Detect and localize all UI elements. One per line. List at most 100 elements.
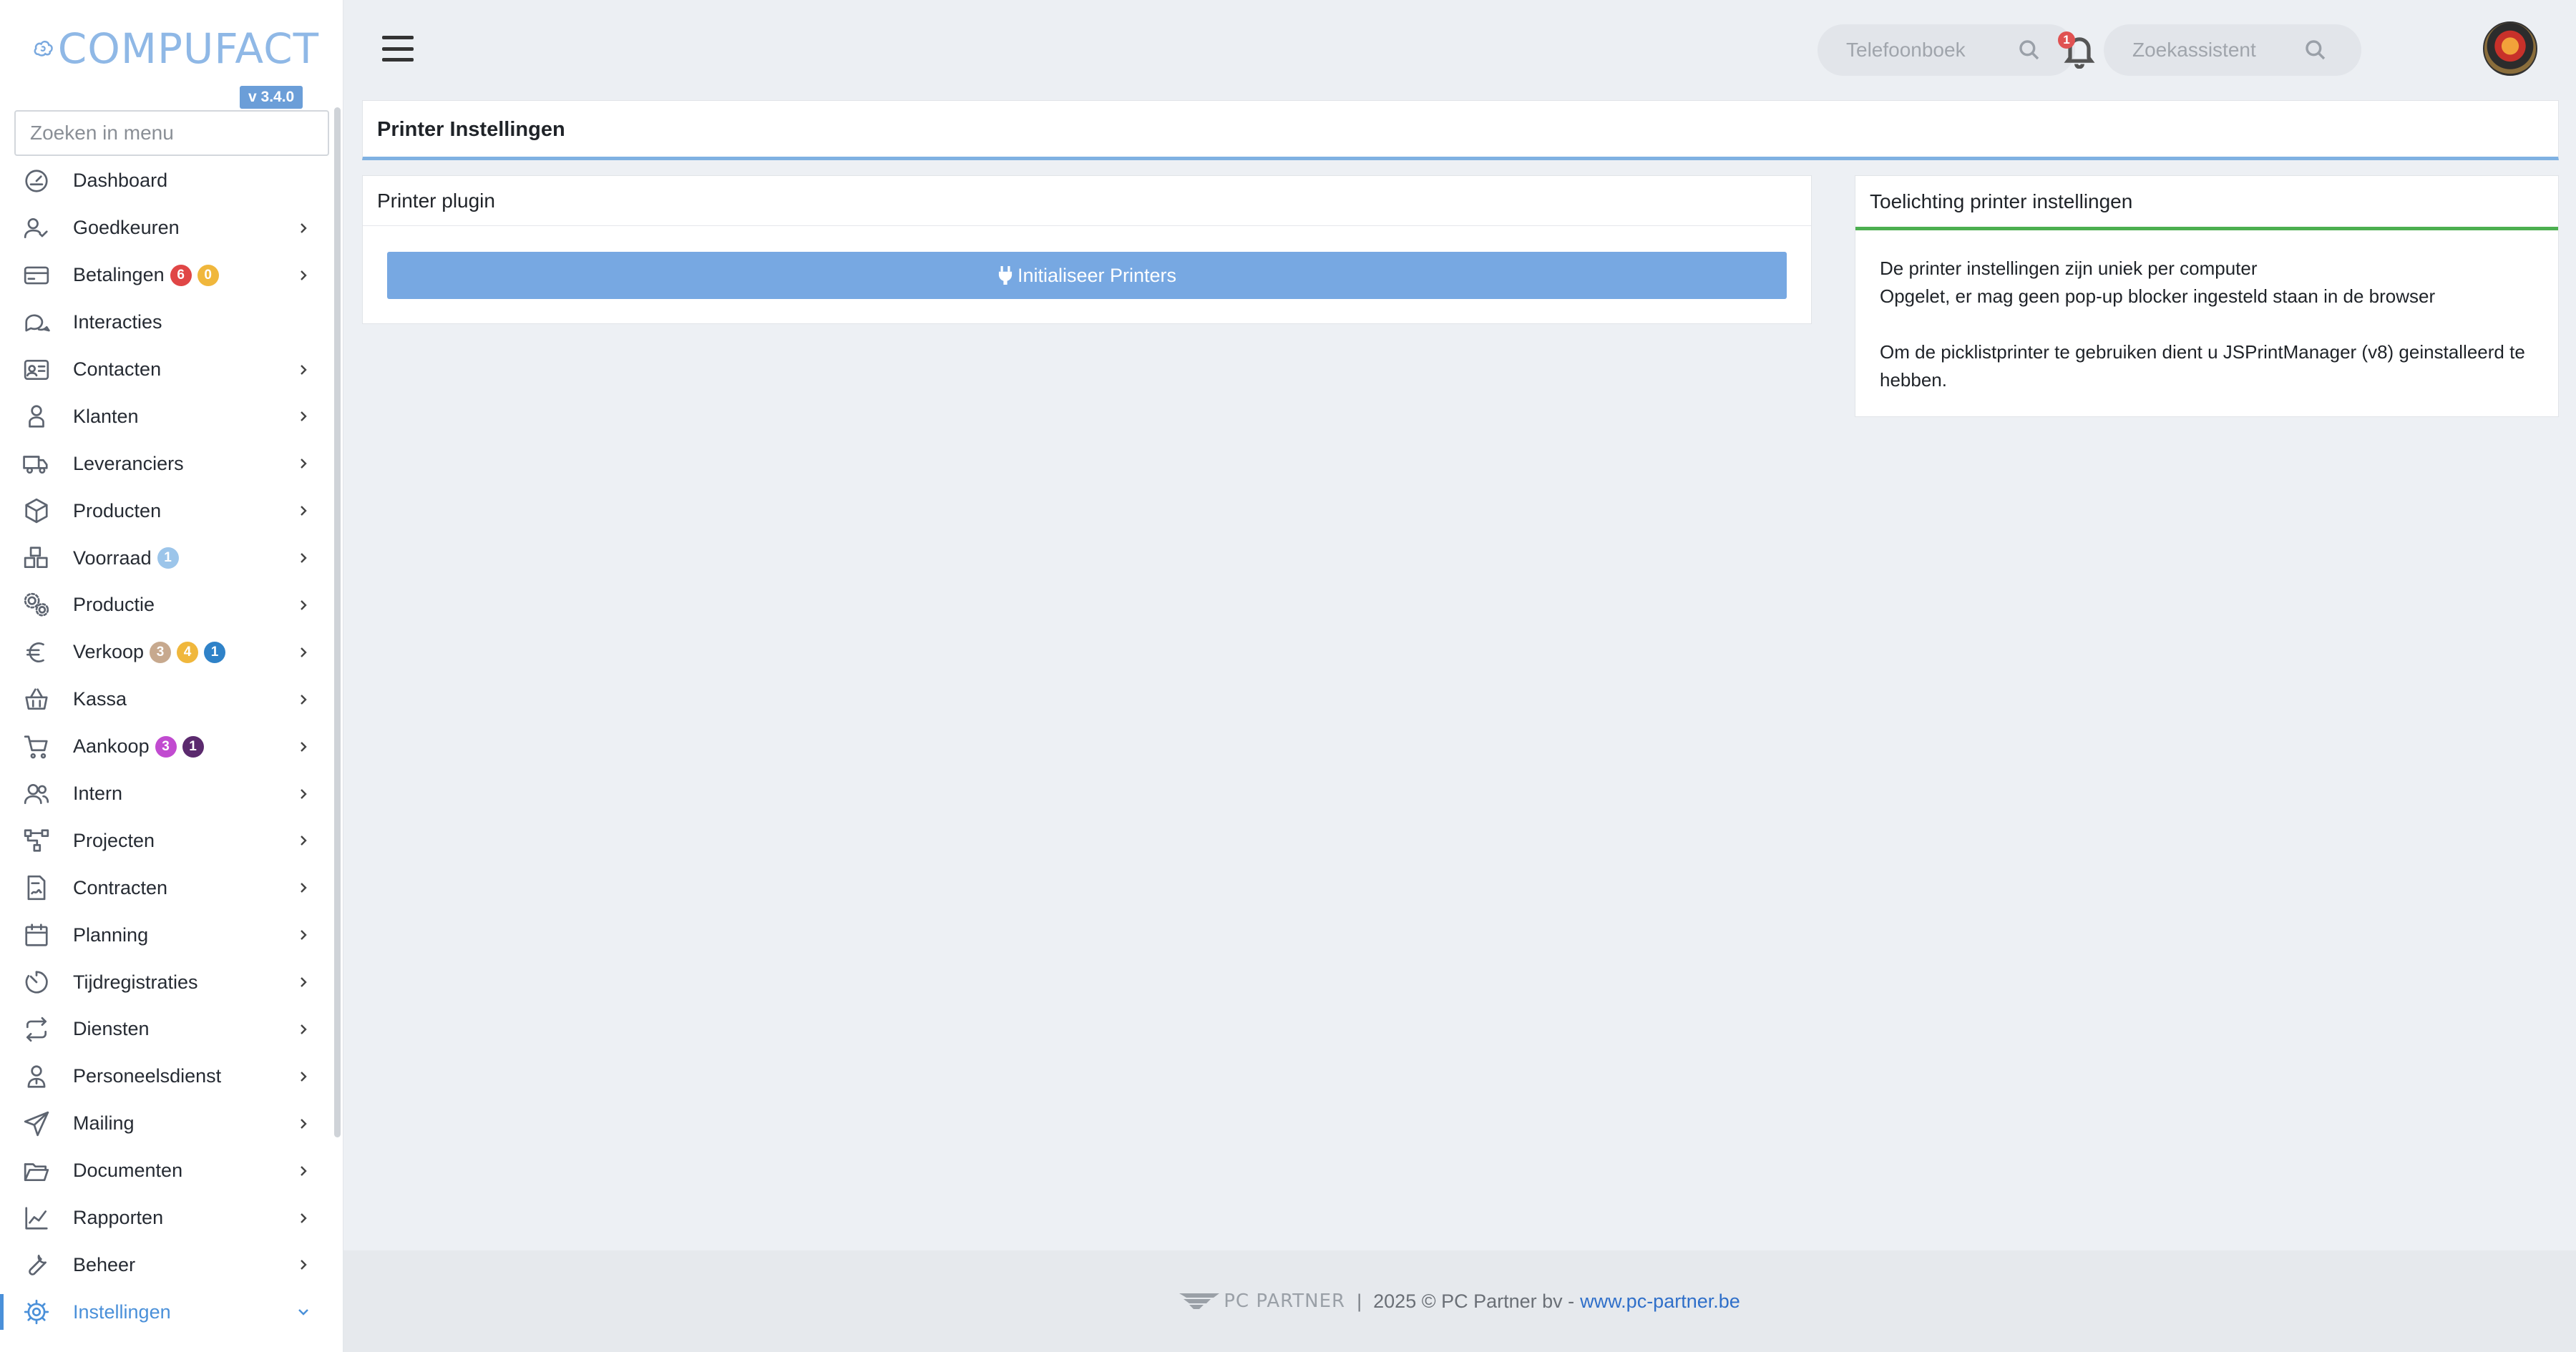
sidebar-item-voorraad[interactable]: Voorraad 1 bbox=[0, 534, 336, 582]
page-header: Printer Instellingen bbox=[362, 100, 2559, 160]
line-chart-icon bbox=[21, 1203, 52, 1233]
plug-icon bbox=[998, 266, 1013, 285]
chevron-right-icon[interactable] bbox=[295, 738, 312, 755]
sidebar: COMPUFACT v 3.4.0 Dashboard Goedkeuren Bet… bbox=[0, 0, 343, 1352]
pc-partner-logo: PC PARTNER bbox=[1179, 1290, 1345, 1312]
employee-icon bbox=[21, 1062, 52, 1092]
initialize-printers-button[interactable]: Initialiseer Printers bbox=[387, 252, 1787, 299]
chevron-right-icon[interactable] bbox=[295, 832, 312, 849]
count-badge: 3 bbox=[150, 641, 172, 663]
sidebar-menu: Dashboard Goedkeuren Betalingen 6 0 Interacti… bbox=[0, 157, 336, 1336]
chevron-right-icon[interactable] bbox=[295, 785, 312, 803]
repeat-arrows-icon bbox=[21, 1014, 52, 1044]
sidebar-item-aankoop[interactable]: Aankoop 3 1 bbox=[0, 723, 336, 770]
sidebar-item-diensten[interactable]: Diensten bbox=[0, 1006, 336, 1053]
chevron-right-icon[interactable] bbox=[295, 926, 312, 944]
chevron-right-icon[interactable] bbox=[295, 691, 312, 708]
chevron-right-icon[interactable] bbox=[295, 644, 312, 661]
sidebar-item-label: Voorraad bbox=[73, 547, 152, 569]
menu-search-input[interactable] bbox=[14, 110, 329, 156]
sidebar-item-contacten[interactable]: Contacten bbox=[0, 346, 336, 393]
sidebar-item-intern[interactable]: Intern bbox=[0, 770, 336, 818]
chat-bubbles-icon bbox=[21, 308, 52, 338]
credit-card-icon bbox=[21, 260, 52, 290]
truck-icon bbox=[21, 449, 52, 479]
phonebook-search-input[interactable] bbox=[1846, 39, 2018, 62]
sidebar-item-projecten[interactable]: Projecten bbox=[0, 817, 336, 864]
chevron-right-icon[interactable] bbox=[295, 1210, 312, 1227]
chevron-right-icon[interactable] bbox=[295, 502, 312, 519]
count-badge: 3 bbox=[155, 735, 177, 758]
sidebar-item-dashboard[interactable]: Dashboard bbox=[0, 157, 336, 205]
printer-plugin-card: Printer plugin Initialiseer Printers bbox=[362, 175, 1812, 324]
chevron-right-icon[interactable] bbox=[295, 974, 312, 991]
assistant-search[interactable] bbox=[2104, 24, 2361, 76]
info-line: De printer instellingen zijn uniek per c… bbox=[1880, 258, 2258, 279]
sidebar-item-verkoop[interactable]: Verkoop 3 4 1 bbox=[0, 629, 336, 676]
footer-website-link[interactable]: www.pc-partner.be bbox=[1580, 1290, 1740, 1313]
chevron-right-icon[interactable] bbox=[295, 1115, 312, 1132]
sidebar-item-producten[interactable]: Producten bbox=[0, 487, 336, 534]
pc-partner-wing-icon bbox=[1179, 1293, 1220, 1309]
sidebar-item-personeelsdienst[interactable]: Personeelsdienst bbox=[0, 1053, 336, 1100]
chevron-right-icon[interactable] bbox=[295, 1068, 312, 1085]
search-icon[interactable] bbox=[2304, 39, 2327, 62]
gears-icon bbox=[21, 590, 52, 620]
sidebar-item-leveranciers[interactable]: Leveranciers bbox=[0, 440, 336, 487]
chevron-right-icon[interactable] bbox=[295, 361, 312, 378]
printer-plugin-title: Printer plugin bbox=[363, 176, 1811, 226]
sidebar-scrollbar[interactable] bbox=[334, 107, 341, 1137]
hamburger-menu-icon[interactable] bbox=[382, 33, 414, 64]
user-avatar[interactable] bbox=[2483, 21, 2537, 76]
dashboard-gauge-icon bbox=[21, 166, 52, 196]
sidebar-item-label: Productie bbox=[73, 594, 155, 616]
chevron-down-icon[interactable] bbox=[295, 1303, 312, 1321]
chevron-right-icon[interactable] bbox=[295, 1256, 312, 1273]
chevron-right-icon[interactable] bbox=[295, 267, 312, 284]
logo-text: COMPUFACT bbox=[57, 24, 319, 73]
sidebar-item-kassa[interactable]: Kassa bbox=[0, 676, 336, 723]
wrench-icon bbox=[21, 1250, 52, 1280]
chevron-right-icon[interactable] bbox=[295, 879, 312, 896]
sidebar-item-label: Beheer bbox=[73, 1253, 136, 1275]
sidebar-item-instellingen[interactable]: Instellingen bbox=[0, 1288, 336, 1336]
chevron-right-icon[interactable] bbox=[295, 220, 312, 237]
sidebar-item-label: Projecten bbox=[73, 829, 155, 851]
page-title: Printer Instellingen bbox=[377, 118, 565, 141]
customer-icon bbox=[21, 401, 52, 431]
sidebar-item-beheer[interactable]: Beheer bbox=[0, 1241, 336, 1288]
footer-separator: | bbox=[1357, 1290, 1362, 1312]
sidebar-item-tijdregistraties[interactable]: Tijdregistraties bbox=[0, 959, 336, 1006]
chevron-right-icon[interactable] bbox=[295, 455, 312, 472]
sidebar-item-goedkeuren[interactable]: Goedkeuren bbox=[0, 205, 336, 252]
sidebar-item-contracten[interactable]: Contracten bbox=[0, 864, 336, 911]
sidebar-item-productie[interactable]: Productie bbox=[0, 582, 336, 629]
sidebar-item-documenten[interactable]: Documenten bbox=[0, 1147, 336, 1195]
compufact-logo[interactable]: COMPUFACT bbox=[33, 13, 319, 84]
sidebar-item-label: Tijdregistraties bbox=[73, 971, 198, 993]
footer: PC PARTNER | 2025 © PC Partner bv - www.… bbox=[343, 1250, 2576, 1352]
sidebar-item-mailing[interactable]: Mailing bbox=[0, 1100, 336, 1147]
phonebook-search[interactable] bbox=[1818, 24, 2075, 76]
sidebar-item-betalingen[interactable]: Betalingen 6 0 bbox=[0, 252, 336, 299]
sidebar-item-label: Personeelsdienst bbox=[73, 1065, 222, 1087]
sidebar-item-planning[interactable]: Planning bbox=[0, 911, 336, 959]
chevron-right-icon[interactable] bbox=[295, 408, 312, 425]
printer-info-body: De printer instellingen zijn uniek per c… bbox=[1855, 230, 2558, 394]
calendar-icon bbox=[21, 920, 52, 950]
assistant-search-input[interactable] bbox=[2132, 39, 2304, 62]
sidebar-item-interacties[interactable]: Interacties bbox=[0, 299, 336, 346]
sidebar-item-label: Intern bbox=[73, 783, 123, 805]
sidebar-item-klanten[interactable]: Klanten bbox=[0, 393, 336, 440]
chevron-right-icon[interactable] bbox=[295, 549, 312, 567]
count-badge: 6 bbox=[170, 264, 192, 286]
count-badge: 1 bbox=[204, 641, 226, 663]
chevron-right-icon[interactable] bbox=[295, 597, 312, 614]
sidebar-item-label: Aankoop bbox=[73, 735, 150, 758]
sidebar-item-rapporten[interactable]: Rapporten bbox=[0, 1195, 336, 1242]
printer-info-card: Toelichting printer instellingen De prin… bbox=[1855, 175, 2559, 417]
search-icon[interactable] bbox=[2018, 39, 2041, 62]
count-badge: 1 bbox=[182, 735, 204, 758]
chevron-right-icon[interactable] bbox=[295, 1021, 312, 1038]
chevron-right-icon[interactable] bbox=[295, 1162, 312, 1180]
